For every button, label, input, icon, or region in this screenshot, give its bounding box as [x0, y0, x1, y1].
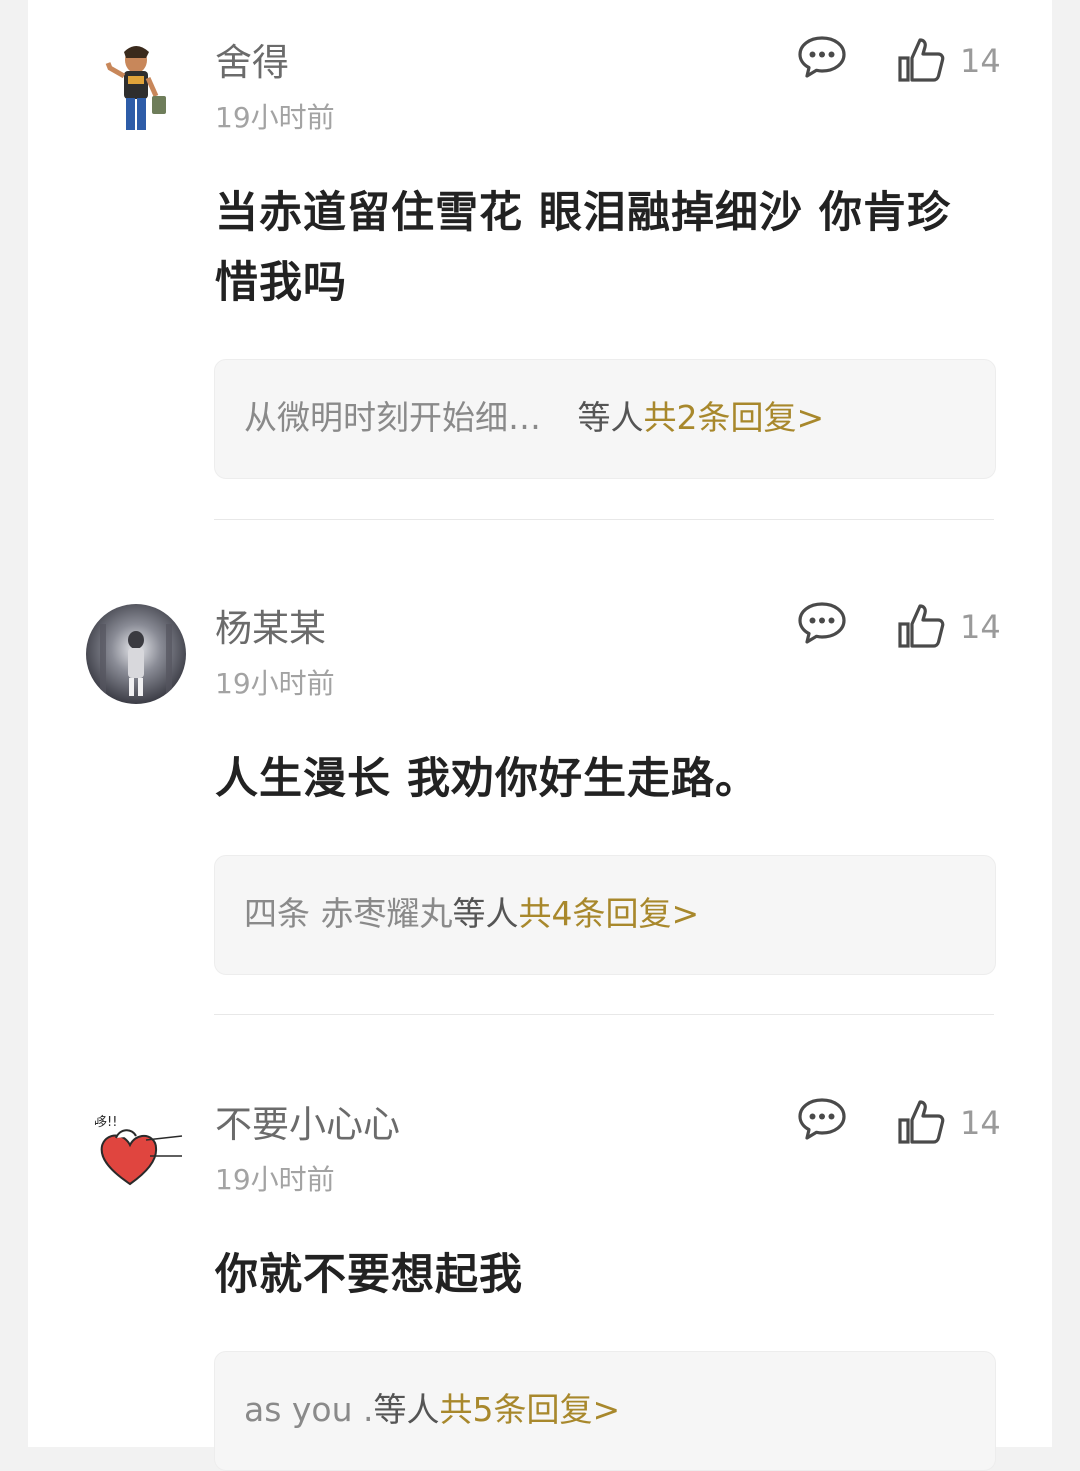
replies-preview[interactable]: 四条 赤枣耀丸等人共4条回复> — [214, 855, 996, 975]
reply-others-label: 等人 — [373, 1390, 440, 1429]
like-button[interactable]: 14 — [894, 600, 1044, 656]
timestamp: 19小时前 — [215, 101, 335, 134]
thumbs-up-icon — [894, 34, 948, 86]
svg-text:哆!!: 哆!! — [94, 1115, 117, 1130]
chat-bubble-icon[interactable] — [796, 34, 848, 80]
chat-bubble-icon[interactable] — [796, 1096, 848, 1142]
like-count: 14 — [960, 1104, 1001, 1142]
timestamp: 19小时前 — [215, 1163, 335, 1196]
divider — [214, 1014, 994, 1015]
reply-count-link[interactable]: 共4条回复> — [519, 894, 700, 933]
reply-others-label: 等人 — [452, 894, 519, 933]
thumbs-up-icon — [894, 600, 948, 652]
avatar-cartoon-man-image — [86, 38, 186, 138]
avatar[interactable] — [86, 38, 186, 138]
divider — [214, 519, 994, 520]
comment-text: 你就不要想起我 — [215, 1250, 523, 1300]
reply-authors: 四条 赤枣耀丸 — [244, 894, 453, 933]
reply-others-label: 等人 — [577, 398, 644, 437]
comment-text: 当赤道留住雪花 眼泪融掉细沙 你肯珍惜我吗 — [215, 188, 951, 308]
thumbs-up-icon — [894, 1096, 948, 1148]
comment-item: 舍得 19小时前 14 当赤道留住雪花 眼泪融掉细沙 你肯珍惜我吗 从微明时刻开… — [28, 0, 1052, 520]
timestamp: 19小时前 — [215, 667, 335, 700]
avatar[interactable]: 哆!! — [86, 1100, 186, 1200]
reply-authors: as you . — [244, 1390, 374, 1429]
username[interactable]: 杨某某 — [215, 606, 326, 652]
comment-text: 人生漫长 我劝你好生走路。 — [215, 754, 759, 804]
reply-authors: 从微明时刻开始细… — [244, 398, 541, 437]
avatar-heart-doodle-image: 哆!! — [86, 1100, 186, 1200]
comment-list: 舍得 19小时前 14 当赤道留住雪花 眼泪融掉细沙 你肯珍惜我吗 从微明时刻开… — [28, 0, 1052, 1471]
like-button[interactable]: 14 — [894, 1096, 1044, 1152]
avatar-tunnel-figure-image — [86, 604, 186, 704]
username[interactable]: 舍得 — [215, 40, 289, 86]
like-button[interactable]: 14 — [894, 34, 1044, 90]
like-count: 14 — [960, 42, 1001, 80]
replies-preview[interactable]: 从微明时刻开始细… 等人共2条回复> — [214, 359, 996, 479]
username[interactable]: 不要小心心 — [215, 1102, 400, 1148]
avatar[interactable] — [86, 604, 186, 704]
comment-item: 哆!! 不要小心心 19小时前 14 你就不要想起我 as you .等人共5条… — [28, 1062, 1052, 1471]
chat-bubble-icon[interactable] — [796, 600, 848, 646]
reply-count-link[interactable]: 共5条回复> — [440, 1390, 621, 1429]
replies-preview[interactable]: as you .等人共5条回复> — [214, 1351, 996, 1471]
reply-count-link[interactable]: 共2条回复> — [644, 398, 825, 437]
comment-item: 杨某某 19小时前 14 人生漫长 我劝你好生走路。 四条 赤枣耀丸等人共4条回… — [28, 566, 1052, 1016]
like-count: 14 — [960, 608, 1001, 646]
